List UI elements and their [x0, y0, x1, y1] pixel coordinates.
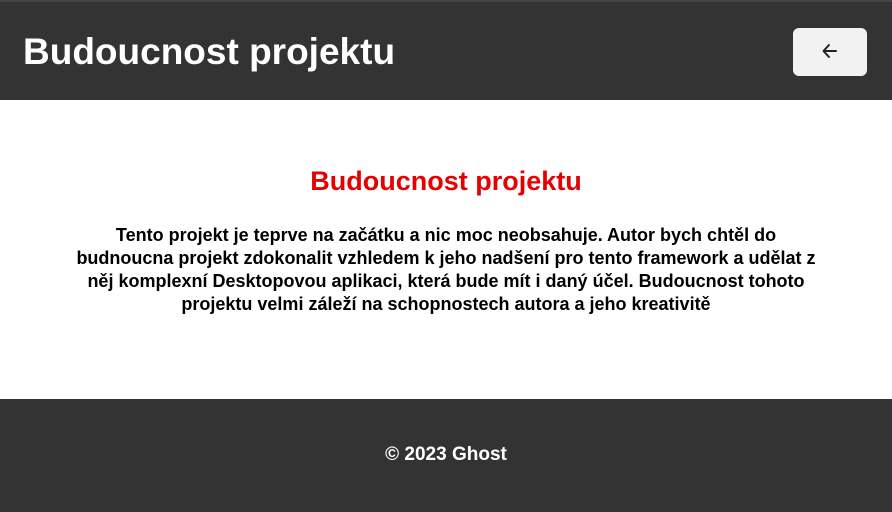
- page-title: Budoucnost projektu: [23, 31, 396, 72]
- arrow-left-icon: [820, 41, 840, 64]
- section-heading: Budoucnost projektu: [310, 166, 582, 196]
- page-footer: © 2023 Ghost: [0, 399, 892, 512]
- copyright-text: © 2023 Ghost: [385, 444, 507, 465]
- main-content: Budoucnost projektu Tento projekt je tep…: [0, 100, 892, 399]
- section-text: Tento projekt je teprve na začátku a nic…: [76, 225, 816, 314]
- back-button[interactable]: [793, 28, 867, 76]
- app-header: Budoucnost projektu: [0, 0, 892, 100]
